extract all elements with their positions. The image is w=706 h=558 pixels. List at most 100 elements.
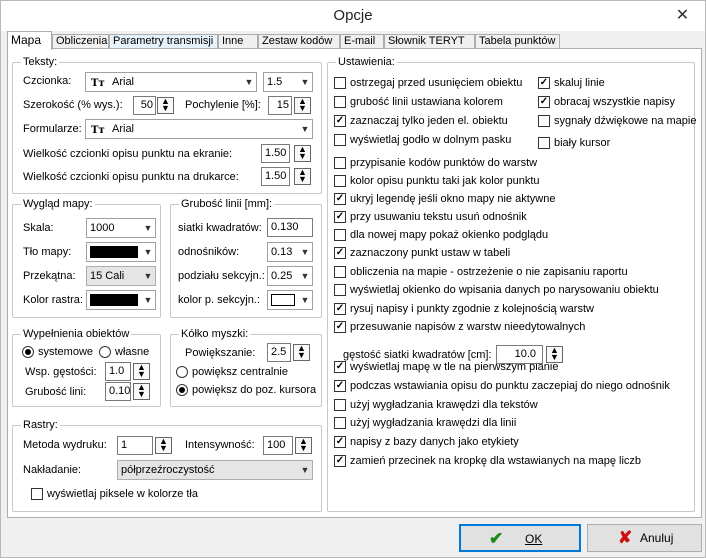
gestosc-siatki-spin[interactable]: ▲ ▼ — [546, 346, 563, 363]
setting-checkbox[interactable]: ✓ — [334, 321, 346, 333]
setting-checkbox[interactable] — [334, 229, 346, 241]
skala-value: 1000 — [90, 222, 115, 234]
setting-checkbox[interactable] — [334, 134, 346, 146]
pochylenie-input[interactable]: 15 — [268, 96, 292, 115]
tab-inne[interactable]: Inne — [218, 34, 258, 49]
skala-combo[interactable]: 1000 ▼ — [86, 218, 156, 238]
intensywnosc-input[interactable]: 100 — [263, 436, 293, 455]
group-grubosc-linii: Grubość linii [mm]: siatki kwadratów: 0.… — [170, 198, 322, 318]
tab-zestaw-kodow[interactable]: Zestaw kodów — [258, 34, 340, 49]
truetype-font-icon: Tт — [91, 78, 105, 89]
font-size-combo[interactable]: 1.5 ▼ — [263, 72, 313, 92]
formularze-label: Formularze: — [23, 123, 82, 135]
truetype-font-icon: Tт — [91, 125, 105, 136]
chevron-down-icon: ▼ — [300, 124, 310, 134]
chevron-down-icon: ▼ — [300, 295, 310, 305]
drukarka-spin[interactable]: ▲ ▼ — [294, 168, 311, 185]
group-wypelnienia: Wypełnienia obiektów systemowe własne Ws… — [12, 328, 161, 407]
setting-checkbox[interactable]: ✓ — [334, 436, 346, 448]
podzialu-label: podziału sekcyjn.: — [178, 270, 265, 282]
tab-email[interactable]: E-mail — [340, 34, 384, 49]
setting-checkbox[interactable]: ✓ — [334, 303, 346, 315]
setting-checkbox[interactable]: ✓ — [334, 211, 346, 223]
setting-checkbox[interactable] — [334, 417, 346, 429]
cancel-button[interactable]: ✘ Anuluj — [587, 524, 702, 552]
chevron-down-icon: ▼ — [300, 77, 310, 87]
wsp-gestosci-input[interactable]: 1.0 — [105, 362, 131, 381]
ekran-input[interactable]: 1.50 — [261, 144, 290, 163]
powiekszanie-label: Powiększanie: — [185, 347, 256, 359]
piksele-checkbox[interactable] — [31, 488, 43, 500]
chevron-down-icon: ▼ — [300, 247, 310, 257]
ok-label: OK — [525, 532, 543, 546]
kolor-sekcyjn-combo[interactable]: ▼ — [267, 290, 313, 310]
setting-checkbox[interactable] — [538, 115, 550, 127]
setting-checkbox[interactable]: ✓ — [538, 96, 550, 108]
setting-label: wyświetlaj okienko do wpisania danych po… — [350, 284, 659, 296]
metoda-spin[interactable]: ▲ ▼ — [155, 437, 172, 454]
szerokosc-label: Szerokość (% wys.): — [23, 99, 123, 111]
wsp-gestosci-spin[interactable]: ▲ ▼ — [133, 363, 150, 380]
tab-parametry-transmisji[interactable]: Parametry transmisji — [109, 34, 218, 49]
tlo-color-combo[interactable]: ▼ — [86, 242, 156, 262]
setting-checkbox[interactable] — [538, 137, 550, 149]
szerokosc-spin[interactable]: ▲ ▼ — [157, 97, 174, 114]
tab-tabela-punktow[interactable]: Tabela punktów — [475, 34, 560, 49]
ok-button[interactable]: ✔ OK — [459, 524, 581, 552]
siatki-input[interactable]: 0.130 — [267, 218, 313, 237]
setting-checkbox[interactable] — [334, 175, 346, 187]
nakladanie-value: półprzeźroczystość — [121, 464, 215, 476]
setting-checkbox[interactable]: ✓ — [334, 455, 346, 467]
radio-wlasne[interactable] — [99, 346, 111, 358]
metoda-input[interactable]: 1 — [117, 436, 153, 455]
przekatna-label: Przekątna: — [23, 270, 76, 282]
radio-powieksz-centralnie[interactable] — [176, 366, 188, 378]
setting-checkbox[interactable] — [334, 399, 346, 411]
setting-checkbox[interactable]: ✓ — [334, 115, 346, 127]
setting-checkbox[interactable] — [334, 157, 346, 169]
chevron-down-icon: ▼ — [143, 247, 153, 257]
radio-powieksz-kursora[interactable] — [176, 384, 188, 396]
close-button[interactable]: ✕ — [660, 1, 705, 31]
przekatna-value: 15 Cali — [90, 270, 125, 282]
tab-obliczenia[interactable]: Obliczenia — [52, 34, 109, 49]
setting-checkbox[interactable] — [334, 96, 346, 108]
setting-checkbox[interactable]: ✓ — [334, 193, 346, 205]
radio-systemowe[interactable] — [22, 346, 34, 358]
setting-checkbox[interactable]: ✓ — [334, 380, 346, 392]
font-combo[interactable]: Tт Arial ▼ — [85, 72, 257, 92]
pochylenie-spin[interactable]: ▲ ▼ — [294, 97, 311, 114]
nakladanie-combo[interactable]: półprzeźroczystość ▼ — [117, 460, 313, 480]
formularze-font-combo[interactable]: Tт Arial ▼ — [85, 119, 313, 139]
intensywnosc-spin[interactable]: ▲ ▼ — [295, 437, 312, 454]
podzialu-combo[interactable]: 0.25 ▼ — [267, 266, 313, 286]
gestosc-siatki-input[interactable]: 10.0 — [496, 345, 543, 364]
setting-checkbox[interactable]: ✓ — [334, 361, 346, 373]
grubosc-lini-label: Grubość lini: — [25, 386, 87, 398]
drukarka-input[interactable]: 1.50 — [261, 167, 290, 186]
ekran-spin[interactable]: ▲ ▼ — [294, 145, 311, 162]
powiekszanie-input[interactable]: 2.5 — [267, 343, 291, 362]
setting-label: użyj wygładzania krawędzi dla tekstów — [350, 399, 538, 411]
tab-slownik-teryt[interactable]: Słownik TERYT — [384, 34, 475, 49]
szerokosc-input[interactable]: 50 — [133, 96, 156, 115]
setting-checkbox[interactable] — [334, 284, 346, 296]
setting-checkbox[interactable] — [334, 266, 346, 278]
powiekszanie-spin[interactable]: ▲ ▼ — [293, 344, 310, 361]
wsp-gestosci-label: Wsp. gęstości: — [25, 366, 97, 378]
przekatna-combo[interactable]: 15 Cali ▼ — [86, 266, 156, 286]
setting-checkbox[interactable]: ✓ — [334, 247, 346, 259]
group-rastry-legend: Rastry: — [21, 419, 60, 431]
chevron-down-icon: ▼ — [300, 465, 310, 475]
setting-checkbox[interactable]: ✓ — [538, 77, 550, 89]
grubosc-lini-spin[interactable]: ▲ ▼ — [133, 383, 150, 400]
odnosnikow-combo[interactable]: 0.13 ▼ — [267, 242, 313, 262]
kolor-rastra-combo[interactable]: ▼ — [86, 290, 156, 310]
color-swatch — [90, 246, 138, 258]
setting-label: przesuwanie napisów z warstw nieedytowal… — [350, 321, 586, 333]
group-ustawienia: Ustawienia: ostrzegaj przed usunięciem o… — [327, 56, 696, 512]
grubosc-lini-input[interactable]: 0.10 — [105, 382, 131, 401]
tab-mapa[interactable]: Mapa — [7, 31, 52, 50]
setting-checkbox[interactable] — [334, 77, 346, 89]
setting-label: zaznaczaj tylko jeden el. obiektu — [350, 115, 508, 127]
